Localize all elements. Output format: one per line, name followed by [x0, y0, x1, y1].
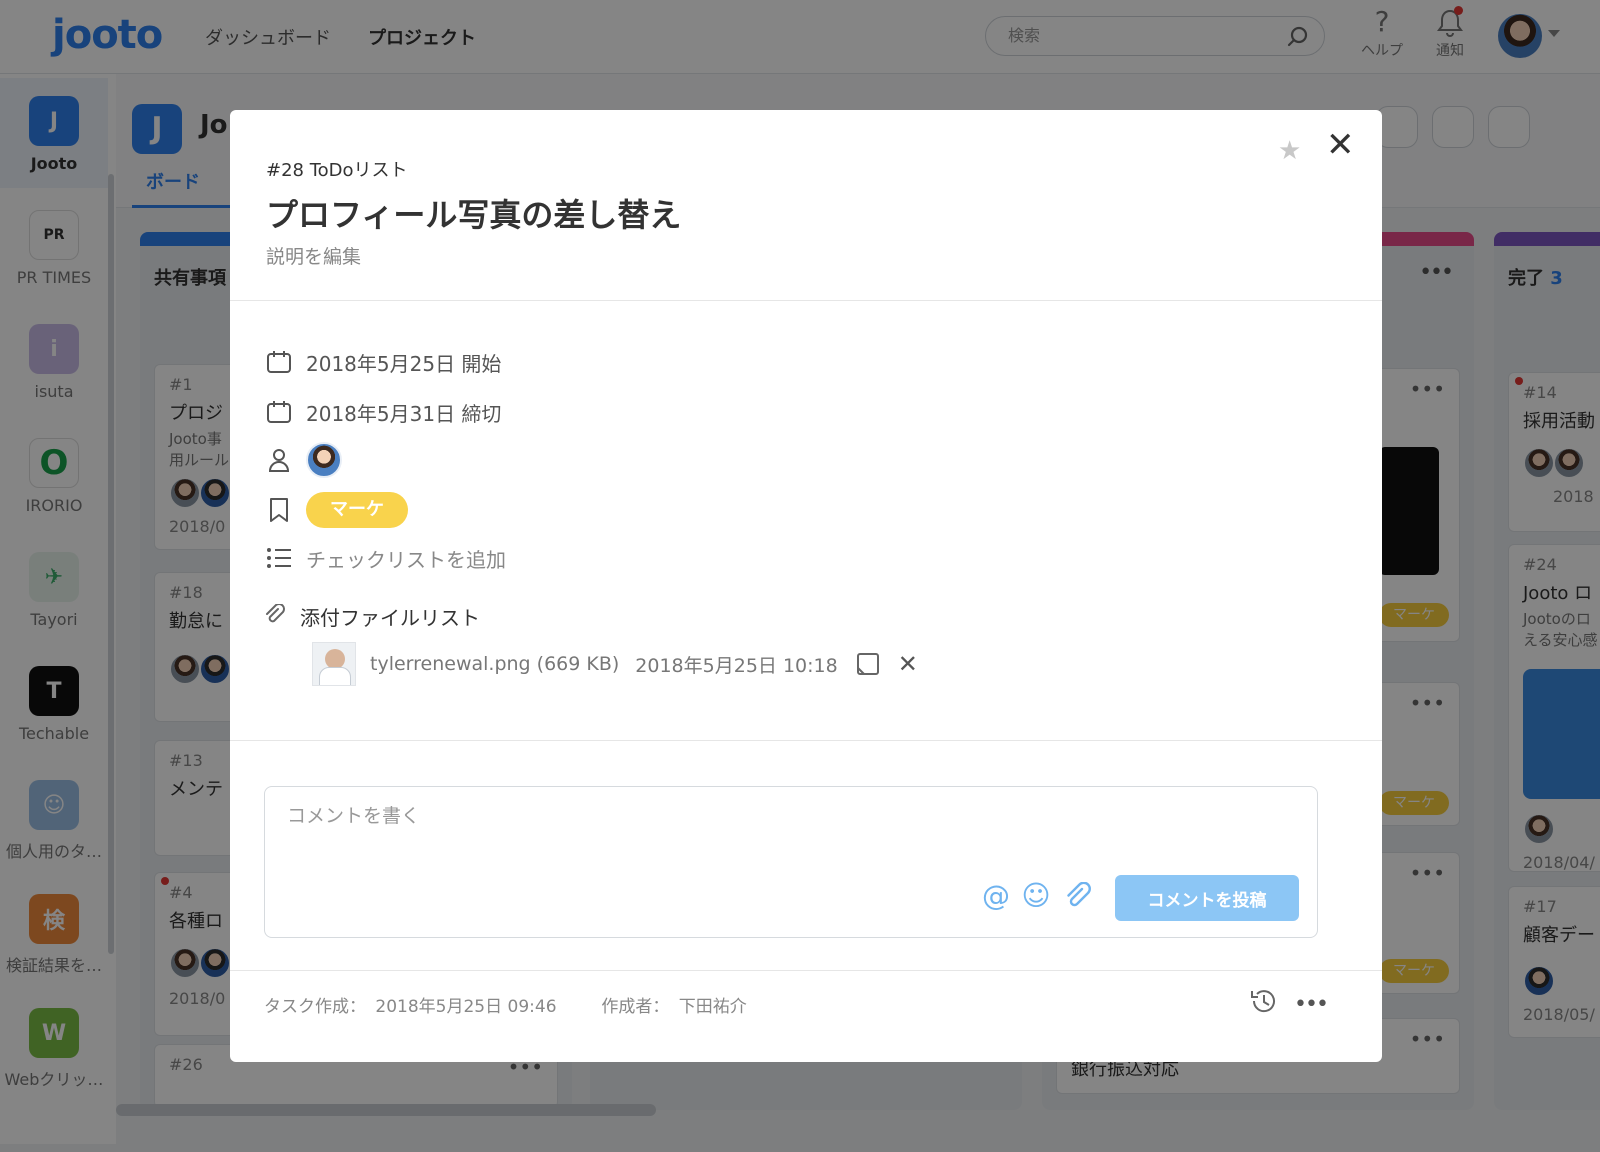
- attachments-heading: 添付ファイルリスト: [264, 602, 480, 631]
- attachments-title: 添付ファイルリスト: [300, 606, 480, 630]
- star-icon[interactable]: ★: [1278, 136, 1301, 166]
- calendar-icon: [264, 347, 294, 377]
- start-date: 2018年5月25日 開始: [306, 351, 502, 376]
- label-row: マーケ: [264, 490, 408, 530]
- start-date-row[interactable]: 2018年5月25日 開始: [264, 342, 501, 382]
- paperclip-icon: [264, 602, 286, 630]
- add-checklist-label: チェックリストを追加: [306, 547, 506, 572]
- mention-icon[interactable]: @: [979, 879, 1013, 913]
- assignee-avatar[interactable]: [306, 442, 342, 478]
- close-icon[interactable]: ✕: [1326, 128, 1355, 162]
- person-icon: [264, 445, 294, 475]
- task-detail-modal: ★ ✕ #28 ToDoリスト プロフィール写真の差し替え 説明を編集 2018…: [230, 110, 1382, 1062]
- divider: [230, 300, 1382, 301]
- due-date: 2018年5月31日 締切: [306, 401, 502, 426]
- emoji-icon[interactable]: ☺: [1019, 879, 1053, 913]
- bookmark-icon: [264, 495, 294, 525]
- created-label: タスク作成：: [264, 997, 366, 1017]
- attach-file-icon[interactable]: [1061, 879, 1095, 913]
- attachment-filename[interactable]: tylerrenewal.png (669 KB): [370, 653, 619, 675]
- attachment-thumbnail[interactable]: [312, 642, 356, 686]
- author-value: 下田祐介: [678, 997, 747, 1017]
- calendar-icon: [264, 397, 294, 427]
- checklist-icon: [264, 543, 294, 573]
- more-options-icon[interactable]: •••: [1294, 992, 1329, 1017]
- attachment-item: tylerrenewal.png (669 KB) 2018年5月25日 10:…: [312, 640, 918, 688]
- set-cover-icon[interactable]: [854, 650, 882, 678]
- list-reference: #28 ToDoリスト: [266, 160, 408, 181]
- label-tag-marketing[interactable]: マーケ: [306, 492, 408, 528]
- divider: [230, 970, 1382, 971]
- task-meta-footer: タスク作成： 2018年5月25日 09:46 作成者： 下田祐介: [264, 992, 751, 1017]
- created-value: 2018年5月25日 09:46: [375, 997, 557, 1017]
- add-checklist-row[interactable]: チェックリストを追加: [264, 538, 506, 578]
- delete-attachment-icon[interactable]: ✕: [898, 650, 918, 678]
- edit-description-link[interactable]: 説明を編集: [266, 242, 361, 269]
- task-title[interactable]: プロフィール写真の差し替え: [266, 190, 681, 236]
- post-comment-button[interactable]: コメントを投稿: [1115, 875, 1299, 921]
- history-icon[interactable]: [1248, 986, 1278, 1020]
- attachment-date: 2018年5月25日 10:18: [635, 654, 838, 677]
- divider: [230, 740, 1382, 741]
- due-date-row[interactable]: 2018年5月31日 締切: [264, 392, 501, 432]
- comment-composer: @ ☺ コメントを投稿: [264, 786, 1318, 938]
- author-label: 作成者：: [601, 997, 670, 1017]
- assignee-row: [264, 440, 342, 480]
- comment-input[interactable]: [287, 801, 1287, 871]
